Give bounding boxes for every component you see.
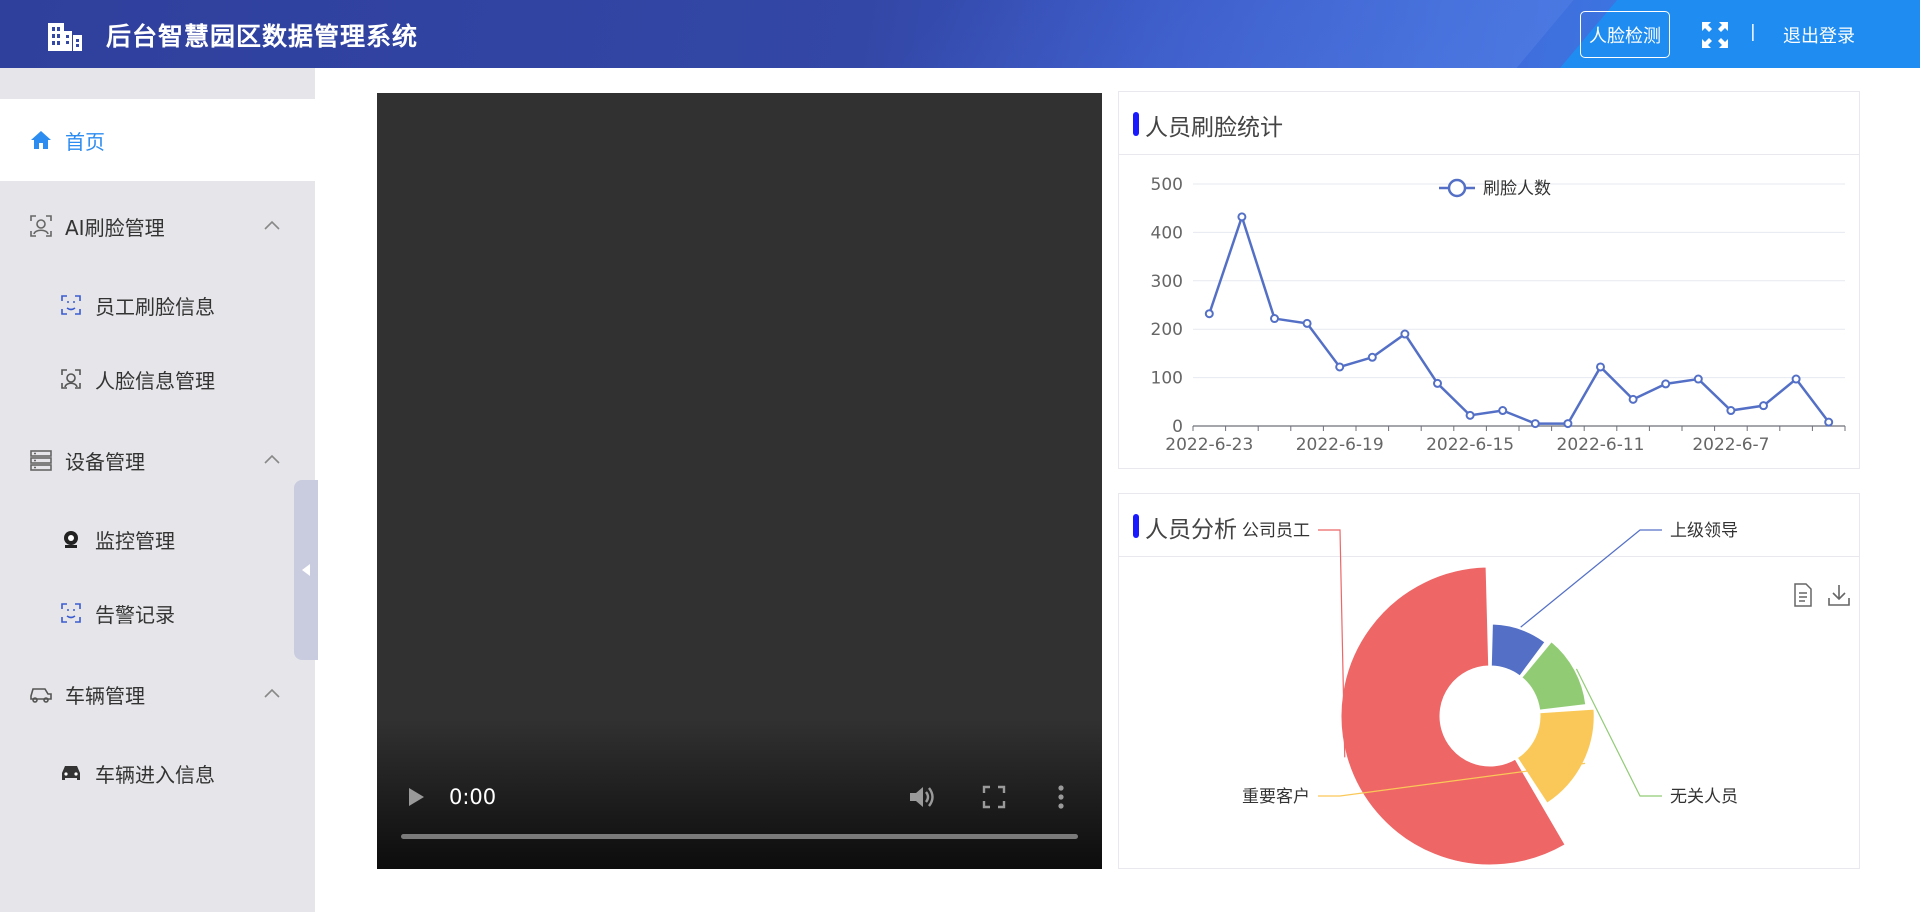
video-time: 0:00 (449, 785, 497, 809)
face-stats-panel: 人员刷脸统计 0 100 200 300 400 500 2022-6-23 2022-6-1… (1118, 91, 1860, 469)
sidebar-item-label: 监控管理 (95, 528, 175, 553)
data-point (1563, 419, 1573, 429)
personnel-rose-chart: 上级领导无关人员 重要客户 公司员工 (1242, 521, 1738, 866)
face-count-line-chart: 0 100 200 300 400 500 2022-6-23 2022-6-19 2022-6… (1151, 175, 1846, 455)
chevron-up-icon[interactable] (262, 450, 282, 470)
home-icon (29, 128, 53, 152)
x-tick-label: 2022-6-7 (1692, 435, 1769, 455)
data-point (1335, 362, 1345, 372)
sidebar-item-label: 人脸信息管理 (95, 368, 215, 393)
x-tick-label: 2022-6-11 (1557, 435, 1645, 455)
label-line (1520, 529, 1662, 628)
data-point (1693, 374, 1703, 384)
sidebar-item-alarm-records[interactable]: 告警记录 (0, 576, 315, 650)
video-progress-bar[interactable] (401, 834, 1078, 839)
face-detect-button[interactable]: 人脸检测 (1580, 11, 1670, 58)
slice-label: 无关人员 (1670, 787, 1738, 807)
buildings-logo-icon (48, 23, 82, 51)
sidebar-item-vehicle-entry-info[interactable]: 车辆进入信息 (0, 736, 315, 810)
x-tick-label: 2022-6-19 (1296, 435, 1384, 455)
sidebar-item-label: 首页 (65, 129, 105, 154)
data-point (1759, 401, 1768, 411)
data-point (1530, 419, 1540, 429)
more-options-icon[interactable] (1054, 783, 1068, 811)
data-point (1433, 378, 1442, 388)
data-point (1465, 410, 1475, 420)
alarm-frame-icon (60, 602, 82, 624)
x-tick-label: 2022-6-23 (1165, 435, 1253, 455)
analysis-panel: 人员分析 上级领导 无关人员 重要客户 公司员工 (1118, 493, 1860, 869)
face-scan-icon (29, 214, 53, 238)
data-point (1596, 362, 1605, 372)
series-line (1208, 212, 1830, 425)
data-point (1661, 379, 1671, 389)
fullscreen-icon[interactable] (1701, 21, 1729, 49)
data-point (1628, 394, 1638, 404)
legend-marker (1447, 178, 1467, 198)
y-tick-label: 200 (1151, 320, 1183, 340)
header-decoration (852, 0, 1608, 68)
sidebar-item-label: 车辆管理 (65, 683, 145, 708)
sidebar: 首页 AI刷脸管理 员工刷脸信息 人脸信息管理 设备管理 监控管理 告警记录 车… (0, 68, 318, 912)
sidebar-item-label: AI刷脸管理 (65, 215, 165, 240)
play-icon[interactable] (405, 785, 427, 809)
data-point (1791, 374, 1801, 384)
face-frame-icon (60, 294, 82, 316)
volume-icon[interactable] (907, 783, 937, 811)
y-tick-label: 400 (1151, 223, 1183, 243)
sidebar-group-device[interactable]: 设备管理 (0, 419, 315, 501)
chevron-up-icon[interactable] (262, 684, 282, 704)
slice-label: 公司员工 (1242, 521, 1310, 541)
data-point (1498, 406, 1508, 416)
slice-label: 重要客户 (1242, 787, 1310, 807)
sidebar-item-label: 员工刷脸信息 (95, 294, 215, 319)
sidebar-item-label: 车辆进入信息 (95, 762, 215, 787)
data-point (1726, 406, 1736, 416)
x-tick-label: 2022-6-15 (1426, 435, 1514, 455)
data-point (1237, 212, 1247, 222)
face-id-icon (60, 368, 82, 390)
app-title: 后台智慧园区数据管理系统 (106, 22, 419, 51)
device-list-icon (29, 448, 53, 472)
y-tick-label: 300 (1151, 272, 1183, 292)
y-tick-label: 0 (1172, 417, 1183, 437)
y-tick-label: 100 (1151, 369, 1183, 389)
sidebar-item-employee-face-info[interactable]: 员工刷脸信息 (0, 268, 315, 342)
slice-label: 上级领导 (1670, 521, 1738, 541)
car-icon (29, 682, 53, 706)
y-tick-label: 500 (1151, 175, 1183, 195)
sidebar-item-label: 告警记录 (95, 602, 175, 627)
sidebar-group-vehicle[interactable]: 车辆管理 (0, 653, 315, 735)
sidebar-item-home[interactable]: 首页 (0, 99, 315, 181)
sidebar-item-monitor-manage[interactable]: 监控管理 (0, 502, 315, 576)
header-separator: | (1750, 22, 1756, 42)
video-player[interactable]: 0:00 (377, 93, 1102, 869)
sidebar-item-face-info-manage[interactable]: 人脸信息管理 (0, 342, 315, 416)
sidebar-collapse-handle[interactable] (294, 480, 318, 660)
data-point (1367, 352, 1377, 362)
sidebar-group-ai-face[interactable]: AI刷脸管理 (0, 185, 315, 267)
rose-slice (1340, 566, 1566, 866)
data-point (1302, 318, 1312, 328)
caret-left-icon (302, 564, 310, 576)
chevron-up-icon[interactable] (262, 216, 282, 236)
logout-link[interactable]: 退出登录 (1783, 22, 1855, 48)
top-header: 后台智慧园区数据管理系统 人脸检测 | 退出登录 (0, 0, 1920, 68)
camera-icon (60, 528, 82, 550)
car-front-icon (60, 762, 82, 784)
sidebar-item-label: 设备管理 (65, 449, 145, 474)
data-point (1400, 329, 1410, 339)
data-point (1270, 314, 1279, 324)
video-fullscreen-icon[interactable] (982, 785, 1006, 809)
data-point (1204, 309, 1214, 319)
legend-label: 刷脸人数 (1483, 179, 1551, 199)
data-point (1824, 417, 1834, 427)
